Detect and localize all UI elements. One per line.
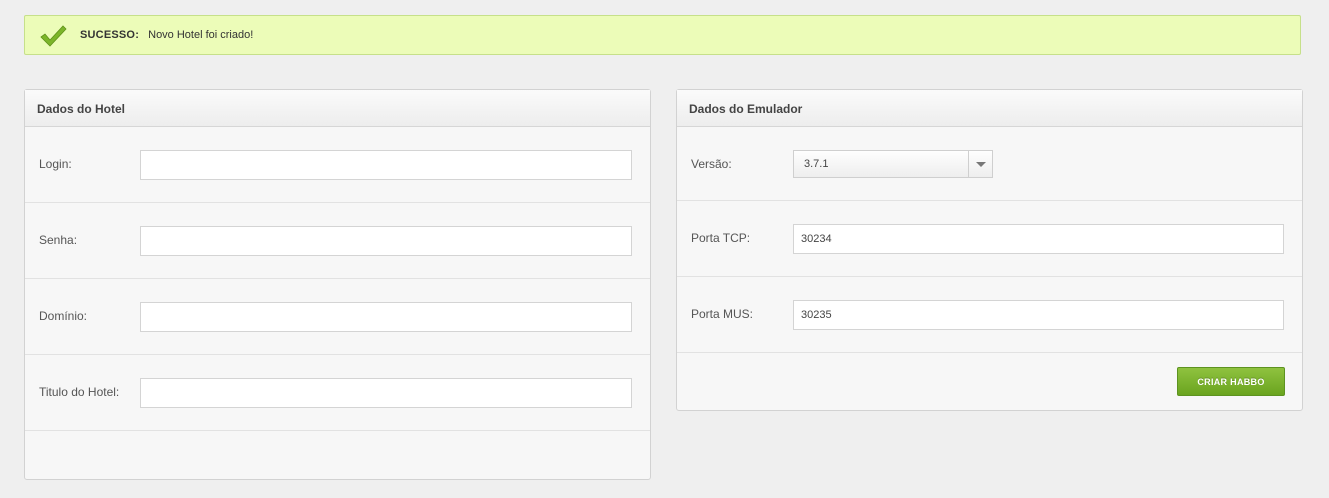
success-alert: SUCESSO: Novo Hotel foi criado! xyxy=(24,15,1301,55)
password-row: Senha: xyxy=(25,203,650,279)
mus-port-input[interactable] xyxy=(793,300,1284,330)
alert-text: SUCESSO: Novo Hotel foi criado! xyxy=(80,29,253,41)
domain-label: Domínio: xyxy=(39,309,88,323)
emulator-panel: Dados do Emulador Versão: 3.7.1 Porta TC… xyxy=(676,89,1303,411)
hotel-panel-title: Dados do Hotel xyxy=(25,90,650,127)
mus-port-label: Porta MUS: xyxy=(691,307,754,321)
login-row: Login: xyxy=(25,127,650,203)
tcp-port-label: Porta TCP: xyxy=(691,231,751,245)
checkmark-icon xyxy=(40,25,67,47)
hotel-title-row: Titulo do Hotel: xyxy=(25,355,650,431)
tcp-port-row: Porta TCP: xyxy=(677,201,1302,277)
version-label: Versão: xyxy=(691,157,732,171)
version-select[interactable]: 3.7.1 xyxy=(793,150,993,178)
alert-title: SUCESSO: xyxy=(80,29,140,41)
hotel-title-label: Titulo do Hotel: xyxy=(39,385,120,399)
domain-row: Domínio: xyxy=(25,279,650,355)
mus-port-row: Porta MUS: xyxy=(677,277,1302,353)
login-label: Login: xyxy=(39,157,72,171)
login-input[interactable] xyxy=(140,150,632,180)
hotel-title-input[interactable] xyxy=(140,378,632,408)
emulator-panel-title: Dados do Emulador xyxy=(677,90,1302,127)
password-input[interactable] xyxy=(140,226,632,256)
tcp-port-input[interactable] xyxy=(793,224,1284,254)
chevron-down-icon[interactable] xyxy=(968,151,992,177)
hotel-panel: Dados do Hotel Login: Senha: Domínio: Ti… xyxy=(24,89,651,480)
version-selected-value: 3.7.1 xyxy=(804,158,829,170)
create-habbo-button[interactable]: CRIAR HABBO xyxy=(1177,367,1285,396)
domain-input[interactable] xyxy=(140,302,632,332)
alert-message: Novo Hotel foi criado! xyxy=(148,29,254,41)
password-label: Senha: xyxy=(39,233,78,247)
version-row: Versão: 3.7.1 xyxy=(677,127,1302,201)
